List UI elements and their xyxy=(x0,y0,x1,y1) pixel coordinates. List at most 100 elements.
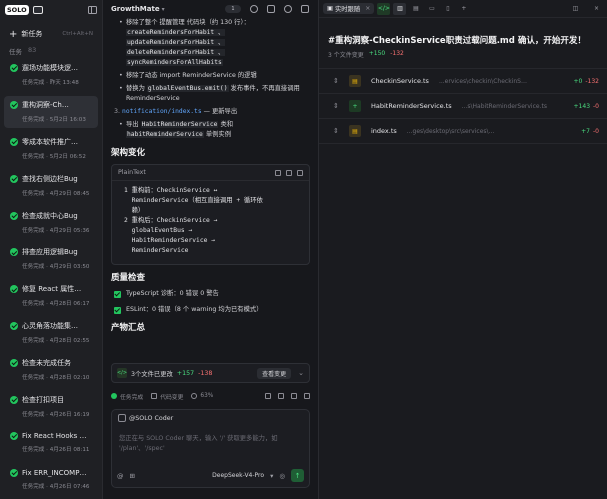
right-panel: ▣ 实时跟随 × </> ▥ ▤ ▭ ▯ + ◫ × #重构洞察-Checkin… xyxy=(318,0,607,499)
panel-icon[interactable] xyxy=(32,6,43,14)
task-item[interactable]: Fix ERR_INCOMP… 任务完成 · 4月26日 07:46 xyxy=(4,465,98,497)
code-view-icon[interactable]: </> xyxy=(377,2,391,15)
close-panel-icon[interactable]: × xyxy=(590,3,603,15)
check-circle-icon xyxy=(10,322,18,331)
task-row: 遛场功能模块逻… xyxy=(10,63,94,73)
code-block-header: PlainText xyxy=(112,165,309,181)
check-circle-icon xyxy=(10,100,18,109)
terminal-icon[interactable]: ▯ xyxy=(441,3,454,15)
preview-icon[interactable]: ▭ xyxy=(425,3,438,15)
lines-removed: -132 xyxy=(585,77,599,85)
expand-toggle-icon[interactable]: ⇕ xyxy=(333,77,339,85)
thumbs-up-icon[interactable] xyxy=(265,393,271,399)
task-item[interactable]: 零成本软件推广… 任务完成 · 5月2日 06:52 xyxy=(4,133,98,165)
agent-mention[interactable]: @SOLO Coder xyxy=(118,414,173,422)
file-link[interactable]: notification/index.ts xyxy=(122,108,202,115)
add-tab-icon[interactable]: + xyxy=(457,3,470,15)
split-icon[interactable]: ◫ xyxy=(569,3,582,15)
status-changes[interactable]: 代码变更 xyxy=(151,392,183,401)
lines-added: +157 xyxy=(176,369,195,377)
new-task-shortcut: Ctrl+Alt+N xyxy=(62,31,93,37)
sidebar: SOLO + 新任务 Ctrl+Alt+N 任务 83 遛场功能模块逻… 任务完成… xyxy=(0,0,103,499)
code-inline: updateRemindersForHabit 、 xyxy=(126,39,226,46)
task-title: 修复 React 属性… xyxy=(22,285,82,294)
task-row: 排查应用逻辑Bug xyxy=(10,247,94,257)
item-number: 3. xyxy=(114,108,121,115)
task-item[interactable]: 查找右侧边栏Bug 任务完成 · 4月29日 08:45 xyxy=(4,170,98,202)
feedback-icons xyxy=(265,393,310,399)
numbered-item-3: 3. notification/index.ts — 更新导出 xyxy=(114,107,310,117)
more-icon[interactable] xyxy=(301,5,309,13)
task-item[interactable]: 修复 React 属性… 任务完成 · 4月28日 06:17 xyxy=(4,280,98,312)
chat-input-placeholder[interactable]: 您正在与 SOLO Coder 聊天，输入 '/' 获取更多能力，如 '/pla… xyxy=(119,434,299,454)
check-circle-icon xyxy=(10,396,18,405)
task-title: 检查未完成任务 xyxy=(22,359,71,368)
model-selector[interactable]: DeepSeek-V4-Pro xyxy=(212,472,264,479)
file-row[interactable]: ⇕ ▤ CheckinService.ts ...ervices\checkin\Ch… xyxy=(319,69,607,94)
change-summary[interactable]: </> 3个文件已更改 +157 -138 查看变更 ⌄ xyxy=(111,363,310,383)
task-item[interactable]: 检查成就中心Bug 任务完成 · 4月29日 05:36 xyxy=(4,207,98,239)
copy-icon[interactable] xyxy=(275,169,281,176)
insert-icon[interactable] xyxy=(286,169,292,176)
task-item[interactable]: 重构洞察-Ch… 任务完成 · 5月2日 16:03 xyxy=(4,95,98,128)
item-desc: — 更新导出 xyxy=(201,108,238,115)
collapse-sidebar-icon[interactable] xyxy=(88,6,97,14)
panel-title: #重构洞察-CheckinService职责过载问题.md 确认，开始开发！ xyxy=(328,36,586,46)
send-button[interactable]: ↑ xyxy=(291,469,304,482)
window-controls: ◫ × xyxy=(569,3,603,15)
context-badge[interactable]: 1 xyxy=(225,5,241,13)
task-meta: 任务完成 · 4月28日 02:10 xyxy=(22,375,90,382)
chevron-down-icon[interactable]: ⌄ xyxy=(298,369,304,377)
check-circle-icon xyxy=(10,64,18,72)
chevron-down-icon[interactable]: ▾ xyxy=(270,472,273,480)
task-item[interactable]: 检查未完成任务任务完成 · 4月28日 02:10 xyxy=(4,354,98,386)
file-name: index.ts xyxy=(371,127,397,135)
task-title: 检查打扣项目 xyxy=(22,396,64,405)
copy-icon[interactable] xyxy=(291,393,297,399)
task-row: Fix ERR_INCOMP… xyxy=(10,468,94,477)
file-row[interactable]: ⇕ + HabitReminderService.ts ...s\HabitRemin… xyxy=(319,94,607,119)
code-line: 1 重构前：CheckinService ↔ xyxy=(124,187,218,194)
code-line: globalEventBus → xyxy=(124,227,193,234)
live-follow-tab[interactable]: ▣ 实时跟随 × xyxy=(323,3,375,14)
thumbs-down-icon[interactable] xyxy=(278,393,284,399)
check-circle-icon xyxy=(10,211,18,220)
bullet-text: 导出 xyxy=(126,121,141,128)
expand-toggle-icon[interactable]: ⇕ xyxy=(333,102,339,110)
chevron-down-icon[interactable]: ▾ xyxy=(162,6,165,13)
task-item[interactable]: 检查打扣项目 任务完成 · 4月26日 16:19 xyxy=(4,391,98,423)
chat-input-box[interactable]: @SOLO Coder 您正在与 SOLO Coder 聊天，输入 '/' 获取… xyxy=(111,409,310,488)
diff-view-icon[interactable]: ▥ xyxy=(393,2,407,15)
check-circle-icon xyxy=(10,468,18,477)
history-icon[interactable] xyxy=(284,5,292,13)
file-row[interactable]: ⇕ ▤ index.ts ...ges\desktop\src\services\no… xyxy=(319,119,607,144)
lines-added: +7 xyxy=(581,127,591,135)
view-changes-button[interactable]: 查看变更 xyxy=(257,367,292,379)
bullet-replaced: 替换为 globalEventBus.emit() 发布事件，不再直接调用 Re… xyxy=(119,84,310,104)
bullet-text: 类和 xyxy=(218,121,234,128)
live-follow-label: 实时跟随 xyxy=(334,6,361,13)
expand-icon[interactable] xyxy=(297,169,303,176)
doc-view-icon[interactable]: ▤ xyxy=(409,3,422,15)
task-item[interactable]: Fix React Hooks … 任务完成 · 4月26日 08:11 xyxy=(4,428,98,460)
mention-icon[interactable]: @ xyxy=(117,472,124,480)
voice-icon[interactable]: ◎ xyxy=(279,472,285,480)
task-item[interactable]: 排查应用逻辑Bug 任务完成 · 4月29日 03:50 xyxy=(4,243,98,275)
settings-icon[interactable] xyxy=(267,5,275,13)
file-stats: +0 -132 xyxy=(574,78,599,85)
task-row: 检查成就中心Bug xyxy=(10,211,94,221)
play-icon[interactable] xyxy=(250,5,258,13)
attach-icon[interactable]: ⊞ xyxy=(130,472,135,480)
close-icon[interactable]: × xyxy=(365,5,370,12)
expand-toggle-icon[interactable]: ⇕ xyxy=(333,127,339,135)
task-title: 排查应用逻辑Bug xyxy=(22,248,78,257)
task-row: 查找右侧边栏Bug xyxy=(10,174,94,184)
quality-heading: 质量检查 xyxy=(111,273,146,283)
task-item[interactable]: 遛场功能模块逻… 任务完成 · 昨天 13:48 xyxy=(4,59,98,91)
file-path: ...ges\desktop\src\services\notification… xyxy=(406,127,497,135)
output-heading: 产物汇总 xyxy=(111,323,146,333)
task-item[interactable]: 心灵角落功能集… 任务完成 · 4月28日 02:55 xyxy=(4,317,98,349)
retry-icon[interactable] xyxy=(304,393,310,399)
solo-logo: SOLO xyxy=(5,5,29,15)
new-task-button[interactable]: + 新任务 Ctrl+Alt+N xyxy=(5,26,97,42)
